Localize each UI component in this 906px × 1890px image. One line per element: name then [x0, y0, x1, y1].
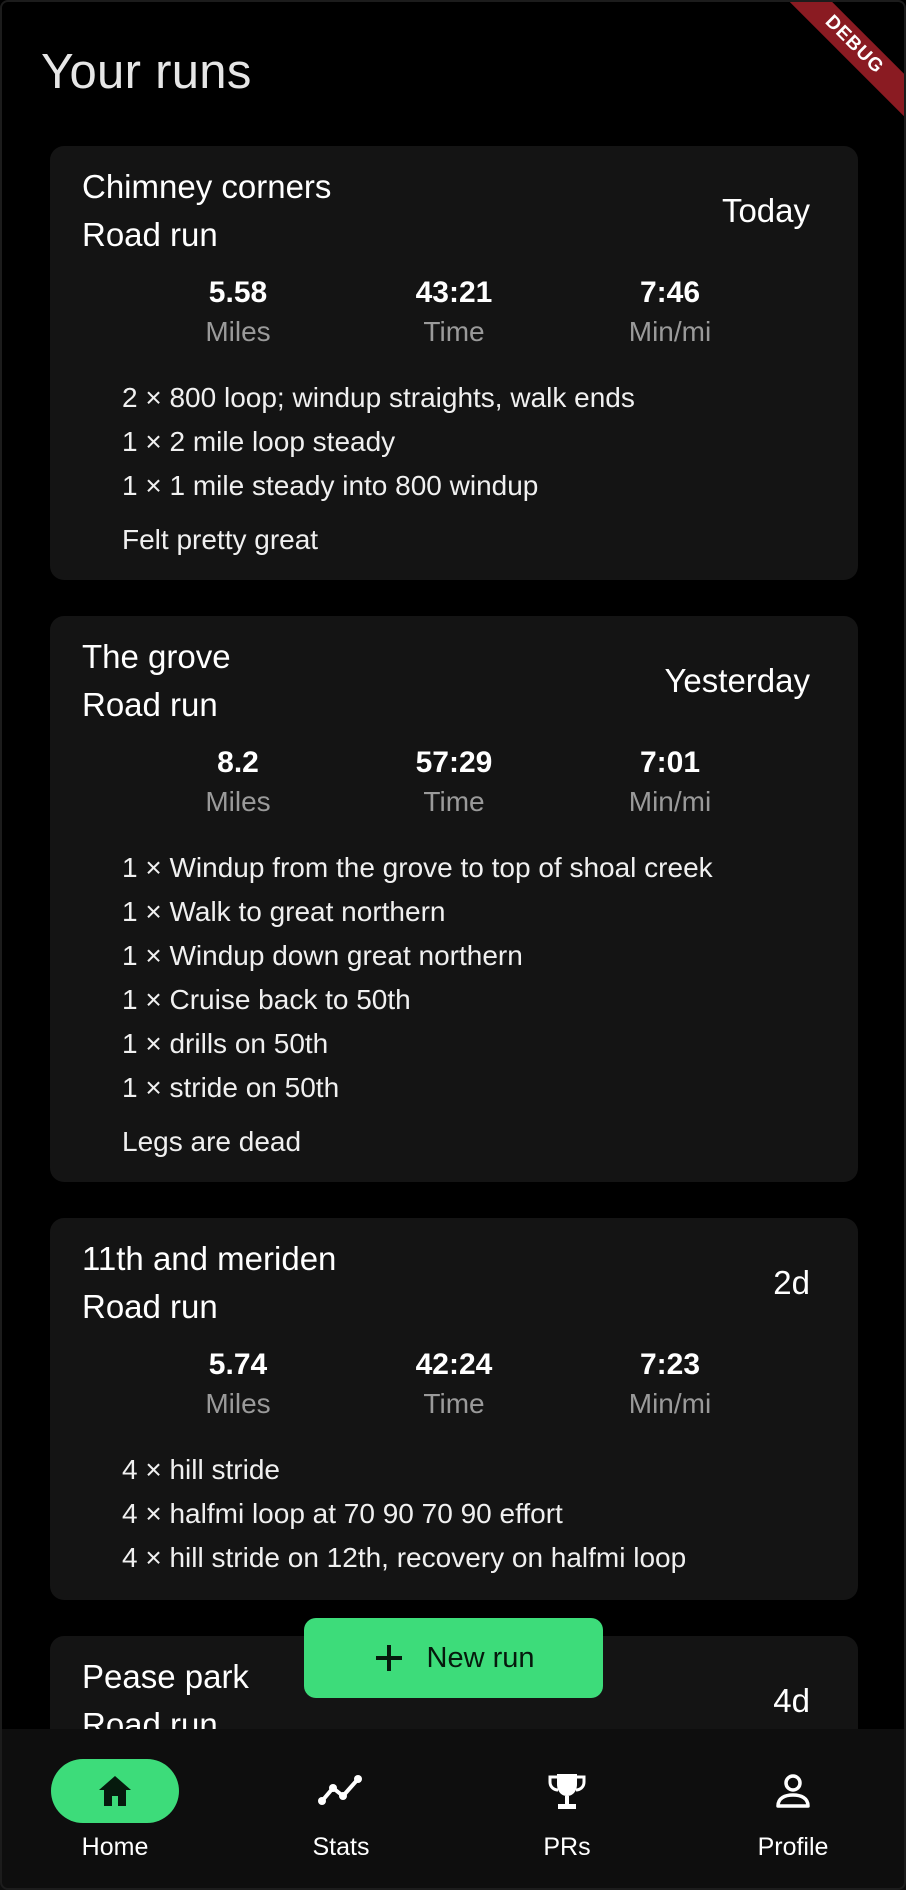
- stat-value: 42:24: [415, 1348, 493, 1381]
- run-stats: 5.58 Miles 43:21 Time 7:46 Min/mi: [50, 274, 858, 352]
- run-card[interactable]: The grove Road run Yesterday 8.2 Miles 5…: [50, 616, 858, 1182]
- nav-item-home[interactable]: Home: [25, 1759, 205, 1862]
- stat-label: Miles: [205, 1388, 271, 1419]
- segment-item: 1 × Windup down great northern: [122, 940, 523, 971]
- run-card-header: 11th and meriden Road run 2d: [82, 1240, 826, 1336]
- run-card-header: The grove Road run Yesterday: [82, 638, 826, 734]
- runs-list: Chimney corners Road run Today 5.58 Mile…: [50, 146, 858, 1852]
- segment-item: 4 × hill stride on 12th, recovery on hal…: [122, 1542, 687, 1573]
- stat-pace: 7:01 Min/mi: [562, 744, 778, 822]
- nav-prs-pill: [503, 1759, 631, 1823]
- plus-icon: [375, 1645, 402, 1671]
- bottom-nav: Home Stats PRs Profile: [0, 1729, 906, 1890]
- stat-value: 5.74: [208, 1348, 268, 1381]
- segment-item: 1 × 1 mile steady into 800 windup: [122, 470, 539, 501]
- stat-value: 7:23: [639, 1348, 701, 1381]
- stat-pace: 7:46 Min/mi: [562, 274, 778, 352]
- run-segments: 1 × Windup from the grove to top of shoa…: [122, 846, 826, 1110]
- stat-value: 57:29: [415, 746, 493, 779]
- segment-item: 1 × stride on 50th: [122, 1072, 340, 1103]
- stat-value: 8.2: [217, 746, 259, 779]
- run-date: Yesterday: [664, 662, 810, 699]
- stat-time: 43:21 Time: [346, 274, 562, 352]
- page-title: Your runs: [41, 45, 252, 99]
- run-name: Pease park: [82, 1658, 249, 1695]
- run-note: Felt pretty great: [122, 524, 319, 555]
- run-type: Road run: [82, 686, 218, 723]
- nav-label: Stats: [312, 1833, 370, 1861]
- segment-item: 1 × Walk to great northern: [122, 896, 446, 927]
- stat-miles: 5.74 Miles: [130, 1346, 346, 1424]
- run-type: Road run: [82, 1288, 218, 1325]
- new-run-button[interactable]: New run: [304, 1618, 603, 1698]
- segment-item: 1 × Cruise back to 50th: [122, 984, 411, 1015]
- nav-home-pill: [51, 1759, 179, 1823]
- run-type: Road run: [82, 216, 218, 253]
- stat-time: 57:29 Time: [346, 744, 562, 822]
- stat-label: Miles: [205, 316, 271, 347]
- stats-icon: [318, 1775, 362, 1805]
- trophy-icon: [548, 1774, 586, 1809]
- stat-miles: 5.58 Miles: [130, 274, 346, 352]
- stat-value: 5.58: [208, 276, 268, 309]
- nav-label: Profile: [757, 1833, 829, 1861]
- nav-profile-pill: [729, 1759, 857, 1823]
- run-name: Chimney corners: [82, 168, 332, 205]
- run-name: 11th and meriden: [82, 1240, 337, 1277]
- run-note: Legs are dead: [122, 1126, 302, 1157]
- debug-banner: DEBUG: [765, 0, 906, 134]
- run-card[interactable]: 11th and meriden Road run 2d 5.74 Miles …: [50, 1218, 858, 1600]
- stat-time: 42:24 Time: [346, 1346, 562, 1424]
- nav-stats-pill: [277, 1759, 405, 1823]
- stat-value: 7:46: [639, 276, 701, 309]
- stat-label: Min/mi: [628, 1388, 712, 1419]
- segment-item: 2 × 800 loop; windup straights, walk end…: [122, 382, 635, 413]
- nav-label: PRs: [543, 1833, 591, 1861]
- run-segments: 4 × hill stride 4 × halfmi loop at 70 90…: [122, 1448, 826, 1580]
- person-icon: [776, 1774, 810, 1808]
- stat-label: Time: [423, 1388, 485, 1419]
- run-segments: 2 × 800 loop; windup straights, walk end…: [122, 376, 826, 508]
- run-date: Today: [721, 192, 810, 229]
- stat-label: Min/mi: [628, 786, 712, 817]
- nav-item-profile[interactable]: Profile: [703, 1759, 883, 1862]
- run-name: The grove: [82, 638, 231, 675]
- stat-value: 43:21: [415, 276, 493, 309]
- stat-label: Min/mi: [628, 316, 712, 347]
- segment-item: 1 × drills on 50th: [122, 1028, 329, 1059]
- segment-item: 4 × halfmi loop at 70 90 70 90 effort: [122, 1498, 563, 1529]
- segment-item: 1 × Windup from the grove to top of shoa…: [122, 852, 713, 883]
- stat-miles: 8.2 Miles: [130, 744, 346, 822]
- stat-pace: 7:23 Min/mi: [562, 1346, 778, 1424]
- nav-label: Home: [81, 1833, 149, 1861]
- stat-label: Miles: [205, 786, 271, 817]
- segment-item: 4 × hill stride: [122, 1454, 280, 1485]
- stat-label: Time: [423, 316, 485, 347]
- run-stats: 8.2 Miles 57:29 Time 7:01 Min/mi: [50, 744, 858, 822]
- run-date: 2d: [773, 1264, 810, 1301]
- run-card-header: Chimney corners Road run Today: [82, 168, 826, 264]
- home-icon: [99, 1776, 131, 1806]
- nav-item-stats[interactable]: Stats: [251, 1759, 431, 1862]
- nav-item-prs[interactable]: PRs: [477, 1759, 657, 1862]
- run-date: 4d: [773, 1682, 810, 1719]
- new-run-label: New run: [426, 1641, 535, 1674]
- stat-label: Time: [423, 786, 485, 817]
- stat-value: 7:01: [639, 746, 701, 779]
- segment-item: 1 × 2 mile loop steady: [122, 426, 396, 457]
- run-stats: 5.74 Miles 42:24 Time 7:23 Min/mi: [50, 1346, 858, 1424]
- run-card[interactable]: Chimney corners Road run Today 5.58 Mile…: [50, 146, 858, 580]
